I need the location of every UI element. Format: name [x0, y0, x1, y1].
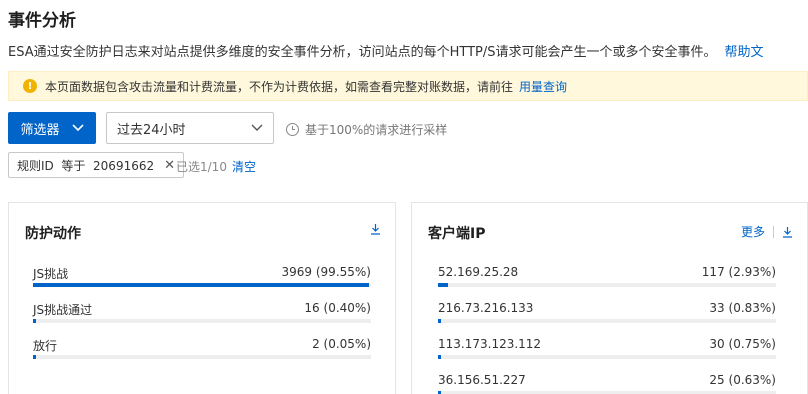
list-item-value: 2 (0.05%) [312, 337, 371, 351]
list-item[interactable]: JS挑战通过 16 (0.40%) [33, 301, 371, 337]
list-item-label: 216.73.216.133 [438, 301, 534, 315]
progress-track [33, 283, 371, 287]
download-icon[interactable] [782, 226, 793, 238]
divider [773, 225, 774, 238]
help-link[interactable]: 帮助文 [725, 45, 764, 60]
close-icon[interactable]: ✕ [164, 158, 175, 173]
progress-fill [33, 319, 36, 323]
time-range-select[interactable]: 过去24小时 [106, 112, 274, 144]
client-ip-panel: 客户端IP 更多 52.169.25.28 117 (2.93%) 216.73.2… [411, 202, 808, 394]
page-title: 事件分析 [8, 11, 76, 31]
action-list: JS挑战 3969 (99.55%) JS挑战通过 16 (0.40%) 放行 2 (0.… [33, 265, 371, 373]
warning-icon: ! [23, 79, 37, 93]
list-item-value: 3969 (99.55%) [281, 265, 371, 279]
list-item-value: 117 (2.93%) [701, 265, 776, 279]
list-item[interactable]: 216.73.216.133 33 (0.83%) [438, 301, 776, 337]
list-item[interactable]: 52.169.25.28 117 (2.93%) [438, 265, 776, 301]
progress-track [33, 355, 371, 359]
list-item-value: 25 (0.63%) [709, 373, 776, 387]
notice-text: 本页面数据包含攻击流量和计费流量，不作为计费依据，如需查看完整对账数据，请前往 [45, 79, 514, 94]
progress-fill [438, 283, 448, 287]
client-ip-list: 52.169.25.28 117 (2.93%) 216.73.216.133 33 … [438, 265, 776, 394]
selected-count: 已选1/10 [176, 160, 227, 174]
list-item-label: 52.169.25.28 [438, 265, 519, 279]
clear-filters-link[interactable]: 清空 [232, 158, 256, 175]
list-item-label: 36.156.51.227 [438, 373, 526, 387]
usage-query-link[interactable]: 用量查询 [519, 78, 567, 95]
clock-icon [286, 123, 299, 136]
protection-action-panel: 防护动作 JS挑战 3969 (99.55%) JS挑战通过 16 (0.40%) 放行… [8, 202, 396, 394]
list-item[interactable]: 113.173.123.112 30 (0.75%) [438, 337, 776, 373]
list-item-label: 放行 [33, 339, 58, 353]
notice-banner: ! 本页面数据包含攻击流量和计费流量，不作为计费依据，如需查看完整对账数据，请前… [8, 71, 808, 101]
filter-tag-rule-id: 规则ID 等于 20691662 ✕ [8, 152, 185, 178]
list-item-value: 16 (0.40%) [304, 301, 371, 315]
list-item[interactable]: 放行 2 (0.05%) [33, 337, 371, 373]
list-item-value: 30 (0.75%) [709, 337, 776, 351]
chevron-down-icon [71, 124, 84, 132]
time-range-value: 过去24小时 [117, 122, 186, 138]
progress-track [438, 355, 776, 359]
filter-tag-text: 规则ID 等于 20691662 [17, 158, 155, 173]
progress-fill [438, 355, 441, 359]
download-icon[interactable] [370, 223, 381, 235]
panel-title: 防护动作 [25, 226, 81, 242]
progress-fill [33, 283, 370, 287]
filter-button-label: 筛选器 [20, 122, 60, 138]
progress-fill [33, 355, 36, 359]
progress-fill [438, 319, 441, 323]
sampling-note-text: 基于100%的请求进行采样 [305, 123, 448, 137]
list-item-value: 33 (0.83%) [709, 301, 776, 315]
page-description: ESA通过安全防护日志来对站点提供多维度的安全事件分析，访问站点的每个HTTP/… [8, 41, 764, 60]
panel-title: 客户端IP [428, 226, 486, 242]
list-item-label: 113.173.123.112 [438, 337, 542, 351]
more-link[interactable]: 更多 [741, 223, 765, 240]
sampling-note: 基于100%的请求进行采样 [286, 121, 447, 138]
list-item[interactable]: 36.156.51.227 25 (0.63%) [438, 373, 776, 394]
description-text: ESA通过安全防护日志来对站点提供多维度的安全事件分析，访问站点的每个HTTP/… [8, 45, 717, 60]
progress-track [438, 319, 776, 323]
list-item-label: JS挑战 [33, 267, 69, 281]
progress-track [33, 319, 371, 323]
chevron-down-icon [251, 124, 263, 131]
progress-track [438, 283, 776, 287]
list-item-label: JS挑战通过 [33, 303, 93, 317]
list-item[interactable]: JS挑战 3969 (99.55%) [33, 265, 371, 301]
filter-button[interactable]: 筛选器 [8, 112, 96, 144]
